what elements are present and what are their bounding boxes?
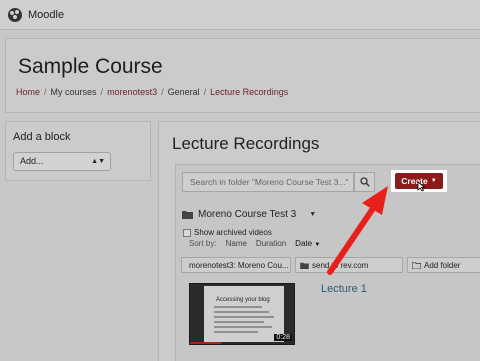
add-block-card: Add a block Add... ▲▼ xyxy=(5,121,151,181)
folder-actions: morenotest3: Moreno Cou... send to rev.c… xyxy=(181,257,480,273)
sort-label: Sort by: xyxy=(189,239,217,248)
cursor-icon xyxy=(417,181,426,192)
breadcrumb-current[interactable]: Lecture Recordings xyxy=(210,87,288,97)
breadcrumb-separator: / xyxy=(203,87,207,97)
breadcrumb-separator: / xyxy=(161,87,164,97)
activity-title: Lecture Recordings xyxy=(172,134,320,153)
show-archived-toggle[interactable]: Show archived videos xyxy=(183,228,272,237)
select-arrows-icon: ▲▼ xyxy=(91,158,105,165)
create-highlight-box: Create ▼ xyxy=(391,170,447,192)
breadcrumb: Home / My courses / morenotest3 / Genera… xyxy=(16,87,288,97)
breadcrumb-home[interactable]: Home xyxy=(16,87,40,97)
thumbnail-slide: Accessing your blog xyxy=(204,286,284,342)
chevron-down-icon: ▼ xyxy=(314,242,321,248)
send-to-rev-button[interactable]: send to rev.com xyxy=(295,257,403,273)
page-title: Sample Course xyxy=(18,55,163,78)
add-folder-button[interactable]: Add folder xyxy=(407,257,480,273)
moodle-logo-icon[interactable] xyxy=(6,6,24,24)
sort-controls: Sort by: Name Duration Date ▼ xyxy=(189,239,320,248)
recordings-panel: Search in folder "Moreno Course Test 3..… xyxy=(175,164,480,361)
thumbnail-text-lines xyxy=(214,306,274,336)
video-title-link[interactable]: Lecture 1 xyxy=(321,283,367,295)
breadcrumb-separator: / xyxy=(100,87,104,97)
folder-icon xyxy=(300,262,309,269)
main-content: Lecture Recordings Search in folder "Mor… xyxy=(158,121,480,361)
chevron-down-icon: ▼ xyxy=(430,178,437,184)
add-block-title: Add a block xyxy=(13,131,71,143)
add-block-select-value: Add... xyxy=(20,156,44,166)
breadcrumb-course[interactable]: morenotest3 xyxy=(107,87,157,97)
course-folder-button[interactable]: morenotest3: Moreno Cou... xyxy=(181,257,291,273)
folder-icon xyxy=(182,211,193,219)
search-button[interactable] xyxy=(354,172,375,192)
search-icon xyxy=(359,177,370,187)
sort-name[interactable]: Name xyxy=(226,239,247,248)
folder-name: Moreno Course Test 3 xyxy=(198,209,297,220)
show-archived-checkbox[interactable] xyxy=(183,228,191,237)
chevron-down-icon: ▼ xyxy=(309,211,317,218)
breadcrumb-my-courses[interactable]: My courses xyxy=(51,87,97,97)
breadcrumb-section[interactable]: General xyxy=(168,87,200,97)
top-navbar: Moodle xyxy=(0,0,480,30)
search-input[interactable]: Search in folder "Moreno Course Test 3..… xyxy=(182,172,354,192)
folder-selector[interactable]: Moreno Course Test 3 ▼ xyxy=(182,209,316,220)
video-thumbnail[interactable]: Accessing your blog 0:28 xyxy=(189,283,295,345)
folder-plus-icon xyxy=(412,261,421,269)
breadcrumb-separator: / xyxy=(44,87,47,97)
video-duration: 0:28 xyxy=(274,334,292,341)
brand-name[interactable]: Moodle xyxy=(28,9,64,21)
sort-date[interactable]: Date ▼ xyxy=(295,239,320,248)
video-progress-bar xyxy=(190,342,222,344)
thumbnail-heading: Accessing your blog xyxy=(216,297,270,303)
sort-duration[interactable]: Duration xyxy=(256,239,286,248)
show-archived-label: Show archived videos xyxy=(194,228,272,237)
add-block-select[interactable]: Add... ▲▼ xyxy=(13,152,111,171)
page-header: Sample Course Home / My courses / moreno… xyxy=(5,38,480,113)
